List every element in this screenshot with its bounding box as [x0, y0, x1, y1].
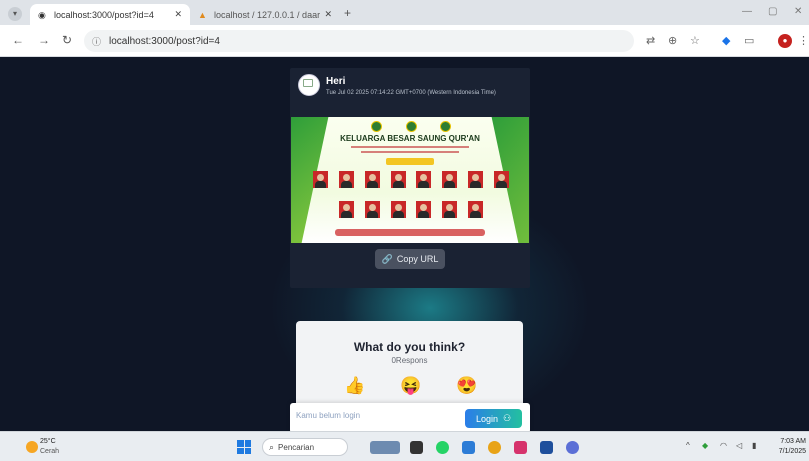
network-app-icon[interactable]: ◆ [702, 441, 708, 450]
browser-toolbar: ← → ↻ ⓘ localhost:3000/post?id=4 ⇄ ⊕ ☆ ◆… [0, 25, 809, 57]
bookmark-star-icon[interactable]: ☆ [690, 34, 700, 47]
app-icon[interactable] [566, 441, 579, 454]
widget-icon[interactable] [370, 441, 400, 454]
app-icon[interactable] [540, 441, 553, 454]
comment-bar: Login ⚇ [290, 403, 530, 431]
poster-title: KELUARGA BESAR SAUNG QUR'AN [340, 134, 480, 143]
maximize-icon[interactable]: ▢ [768, 6, 777, 17]
tab-close-icon[interactable]: ✕ [324, 9, 332, 20]
tab-title: localhost:3000/post?id=4 [54, 9, 154, 20]
user-icon: ⚇ [502, 413, 512, 423]
tongue-face-icon[interactable]: 😝 [400, 376, 421, 396]
tab-post[interactable]: ◉ localhost:3000/post?id=4 ✕ [30, 4, 190, 25]
battery-icon[interactable]: ▮ [752, 441, 756, 450]
windows-start-icon[interactable] [237, 440, 251, 454]
weather-temp: 25°C [40, 438, 56, 445]
window-close-icon[interactable]: ✕ [794, 6, 802, 17]
minimize-icon[interactable]: — [742, 6, 752, 17]
whatsapp-icon[interactable] [436, 441, 449, 454]
page-content: Heri Tue Jul 02 2025 07:14:22 GMT+0700 (… [0, 58, 809, 431]
new-tab-button[interactable]: + [344, 6, 351, 20]
chrome-favicon-icon: ◉ [38, 9, 46, 20]
forward-icon[interactable]: → [38, 33, 50, 47]
reload-icon[interactable]: ↻ [62, 33, 72, 47]
feedback-title: What do you think? [353, 340, 466, 354]
phpmyadmin-favicon-icon: ▲ [198, 9, 207, 20]
taskbar-search[interactable]: ⌕ Pencarian [262, 438, 348, 456]
back-icon[interactable]: ← [12, 33, 24, 47]
poster-logos [371, 121, 451, 132]
tab-search-icon[interactable]: ▾ [8, 7, 22, 21]
login-button[interactable]: Login ⚇ [465, 409, 522, 428]
translate-icon[interactable]: ⇄ [646, 34, 655, 47]
post-date: Tue Jul 02 2025 07:14:22 GMT+0700 (Weste… [326, 90, 496, 96]
vscode-icon[interactable] [462, 441, 475, 454]
post-image: KELUARGA BESAR SAUNG QUR'AN [291, 117, 529, 243]
portrait-row [313, 171, 509, 188]
menu-dots-icon[interactable]: ⋮ [798, 34, 809, 47]
portrait-row [339, 201, 483, 218]
task-view-icon[interactable] [410, 441, 423, 454]
chrome-icon[interactable] [488, 441, 501, 454]
copy-url-button[interactable]: 🔗 Copy URL [375, 249, 445, 269]
link-icon: 🔗 [381, 253, 393, 264]
address-url: localhost:3000/post?id=4 [109, 35, 220, 47]
thumbs-up-icon[interactable]: 👍 [344, 376, 365, 396]
author-avatar [298, 74, 320, 96]
volume-icon[interactable]: ◁ [736, 441, 742, 450]
sidepanel-icon[interactable]: ▭ [744, 34, 754, 47]
wifi-icon[interactable]: ◠ [720, 441, 727, 450]
site-info-icon[interactable]: ⓘ [92, 35, 101, 48]
tab-close-icon[interactable]: ✕ [174, 9, 182, 20]
app-icon[interactable] [514, 441, 527, 454]
tab-title: localhost / 127.0.0.1 / daarul_ifi [214, 9, 321, 20]
post-author: Heri [326, 76, 346, 87]
search-icon: ⌕ [269, 441, 275, 452]
profile-avatar[interactable]: ● [778, 34, 792, 48]
taskbar: 25°C Cerah ⌕ Pencarian ^ ◆ ◠ ◁ ▮ 7:03 AM… [0, 431, 809, 461]
heart-eyes-icon[interactable]: 😍 [456, 376, 477, 396]
post-card: Heri Tue Jul 02 2025 07:14:22 GMT+0700 (… [290, 68, 530, 288]
browser-tab-bar: ▾ ◉ localhost:3000/post?id=4 ✕ ▲ localho… [0, 0, 809, 25]
extension-icon[interactable]: ◆ [722, 34, 730, 47]
weather-sun-icon[interactable] [26, 441, 38, 453]
response-count: 0Respons [391, 356, 428, 365]
tab-phpmyadmin[interactable]: ▲ localhost / 127.0.0.1 / daarul_ifi ✕ [190, 4, 340, 25]
zoom-icon[interactable]: ⊕ [668, 34, 677, 47]
chevron-up-icon[interactable]: ^ [686, 441, 690, 450]
comment-input[interactable] [296, 411, 456, 420]
taskbar-clock[interactable]: 7:03 AM 7/1/2025 [772, 437, 806, 457]
address-bar[interactable]: ⓘ localhost:3000/post?id=4 [84, 30, 634, 52]
weather-desc: Cerah [40, 448, 60, 455]
